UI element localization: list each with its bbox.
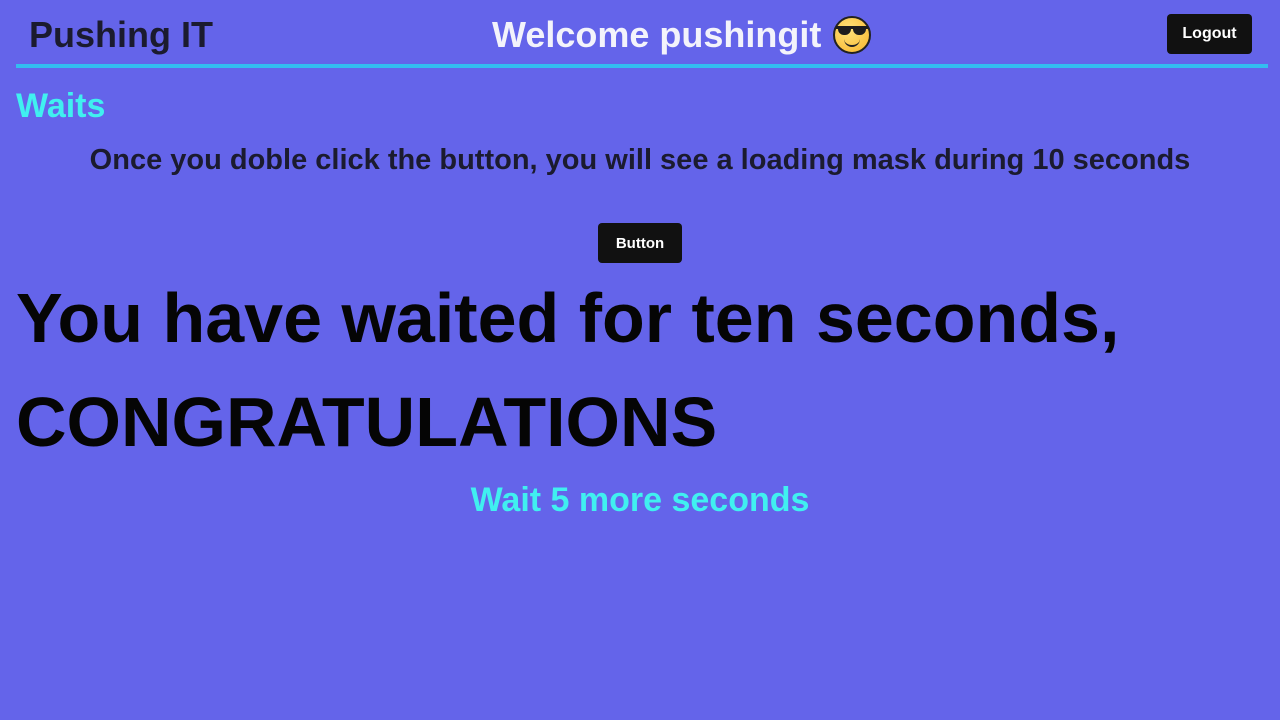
welcome-message: Welcome pushingit (492, 13, 872, 57)
smiling-face-with-sunglasses-icon (833, 16, 872, 54)
brand-title: Pushing IT (29, 14, 213, 55)
wait-more-message: Wait 5 more seconds (470, 481, 810, 519)
instructions-text: Once you doble click the button, you wil… (89, 144, 1191, 176)
result-line-2: CONGRATULATIONS (16, 383, 718, 461)
result-line-1: You have waited for ten seconds, (16, 279, 1120, 357)
welcome-text: Welcome pushingit (492, 14, 822, 55)
double-click-button[interactable]: Button (598, 223, 682, 263)
section-title: Waits (16, 87, 106, 125)
logout-button[interactable]: Logout (1167, 14, 1252, 54)
result-message: You have waited for ten seconds, CONGRAT… (16, 266, 1266, 474)
top-navbar: Pushing IT Welcome pushingit Logout (16, 0, 1268, 68)
waits-page: Pushing IT Welcome pushingit Logout Wait… (0, 0, 1280, 720)
